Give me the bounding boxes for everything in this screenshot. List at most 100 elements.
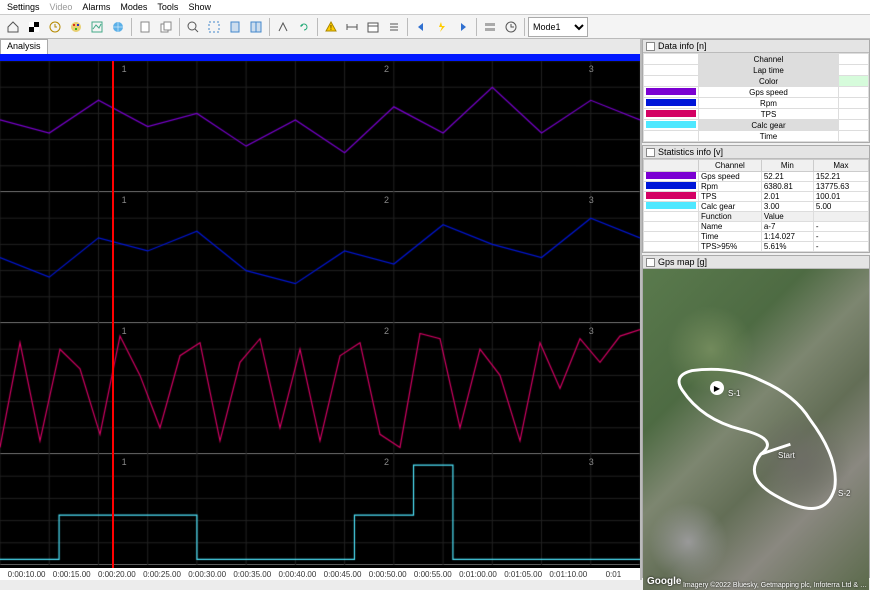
menu-settings[interactable]: Settings (2, 1, 45, 13)
stats-func-cell (644, 222, 699, 232)
plot-marker: 1 (122, 64, 127, 74)
x-tick: 0:01:05.00 (501, 570, 546, 579)
stats-panel: Statistics info [v] ChannelMinMaxGps spe… (642, 145, 870, 253)
clock-icon[interactable] (501, 17, 521, 37)
prev-icon[interactable] (411, 17, 431, 37)
x-tick: 0:01 (591, 570, 636, 579)
title-bar (0, 54, 640, 61)
x-tick: 0:01:10.00 (546, 570, 591, 579)
info-row-label: Rpm (699, 98, 839, 109)
time-cursor[interactable] (112, 61, 114, 568)
plot-panel: Analysis 123123123123 0:00:10.000:00:15.… (0, 39, 640, 580)
stats-func-cell: a-7 (761, 222, 813, 232)
stats-cell: 100.01 (813, 192, 868, 202)
x-tick: 0:00:50.00 (365, 570, 410, 579)
info-row-label: Time (699, 131, 839, 142)
stats-col-header (644, 160, 699, 172)
plot-marker: 2 (384, 195, 389, 205)
warning-icon[interactable]: ! (321, 17, 341, 37)
branch-icon[interactable] (273, 17, 293, 37)
stats-cell: 152.21 (813, 172, 868, 182)
stats-func-cell: - (813, 232, 868, 242)
map-attribution: Imagery ©2022 Bluesky, Getmapping plc, I… (683, 582, 867, 589)
select-icon[interactable] (204, 17, 224, 37)
stats-cell: 2.01 (761, 192, 813, 202)
calendar-icon[interactable] (363, 17, 383, 37)
info-row-label: Gps speed (699, 87, 839, 98)
plot-row-gps-speed[interactable]: 123 (0, 61, 640, 192)
stats-cell: 52.21 (761, 172, 813, 182)
x-axis: 0:00:10.000:00:15.000:00:20.000:00:25.00… (0, 568, 640, 580)
menu-modes[interactable]: Modes (115, 1, 152, 13)
stats-func-cell: 5.61% (761, 242, 813, 252)
stats-func-cell (644, 212, 699, 222)
x-tick: 0:00:15.00 (49, 570, 94, 579)
plot-marker: 1 (122, 326, 127, 336)
copy-icon[interactable] (156, 17, 176, 37)
info-header: Color (699, 76, 839, 87)
range-icon[interactable] (342, 17, 362, 37)
plot-marker: 3 (589, 195, 594, 205)
panel-title: Statistics info [v] (658, 147, 723, 157)
gps-map[interactable]: ▶ S-1 Start S-2 Google Imagery ©2022 Blu… (643, 269, 869, 590)
lightning-icon[interactable] (432, 17, 452, 37)
google-logo: Google (647, 576, 681, 587)
gps-map-header[interactable]: Gps map [g] (643, 256, 869, 269)
refresh-icon[interactable] (294, 17, 314, 37)
stats-cell: Rpm (699, 182, 762, 192)
stats-func-cell: - (813, 222, 868, 232)
flag-icon[interactable] (24, 17, 44, 37)
gps-map-panel: Gps map [g] ▶ S-1 Start S-2 Google Image… (642, 255, 870, 578)
stats-table: ChannelMinMaxGps speed52.21152.21Rpm6380… (643, 159, 869, 252)
home-icon[interactable] (3, 17, 23, 37)
panel-title: Data info [n] (658, 41, 707, 51)
stats-col-header: Max (813, 160, 868, 172)
plot-row-tps[interactable]: 123 (0, 323, 640, 454)
panel-title: Gps map [g] (658, 257, 707, 267)
plot-marker: 2 (384, 64, 389, 74)
plot-marker: 1 (122, 195, 127, 205)
stats-func-cell: Name (699, 222, 762, 232)
tab-analysis[interactable]: Analysis (0, 39, 48, 54)
info-header: Lap time (699, 65, 839, 76)
rows-icon[interactable] (480, 17, 500, 37)
data-info-header[interactable]: Data info [n] (643, 40, 869, 53)
plot-row-rpm[interactable]: 1 2 3 (0, 192, 640, 323)
stats-cell: 6380.81 (761, 182, 813, 192)
menu-video[interactable]: Video (45, 1, 78, 13)
stats-func-cell: Function (699, 212, 762, 222)
collapse-icon[interactable] (646, 258, 655, 267)
time-icon[interactable] (45, 17, 65, 37)
stats-cell (644, 202, 699, 212)
map-label-start: Start (778, 451, 795, 460)
stats-cell: 13775.63 (813, 182, 868, 192)
menu-show[interactable]: Show (183, 1, 216, 13)
menu-tools[interactable]: Tools (152, 1, 183, 13)
map-label-s1: S-1 (728, 389, 740, 398)
plot-marker: 3 (589, 326, 594, 336)
menu-alarms[interactable]: Alarms (77, 1, 115, 13)
x-tick: 0:00:30.00 (185, 570, 230, 579)
page-icon[interactable] (225, 17, 245, 37)
stats-cell (644, 182, 699, 192)
layout-icon[interactable] (246, 17, 266, 37)
chart-icon[interactable] (87, 17, 107, 37)
stats-func-cell (813, 212, 868, 222)
next-icon[interactable] (453, 17, 473, 37)
globe-icon[interactable] (108, 17, 128, 37)
collapse-icon[interactable] (646, 42, 655, 51)
zoom-icon[interactable] (183, 17, 203, 37)
palette-icon[interactable] (66, 17, 86, 37)
collapse-icon[interactable] (646, 148, 655, 157)
mode-select[interactable]: Mode1 (528, 17, 588, 37)
doc-icon[interactable] (135, 17, 155, 37)
stats-col-header: Channel (699, 160, 762, 172)
plot-row-calc-gear[interactable]: 123 (0, 454, 640, 565)
stats-header[interactable]: Statistics info [v] (643, 146, 869, 159)
list-icon[interactable] (384, 17, 404, 37)
stats-cell: TPS (699, 192, 762, 202)
stats-cell: 5.00 (813, 202, 868, 212)
plot-area[interactable]: 123123123123 (0, 61, 640, 568)
stats-cell: Calc gear (699, 202, 762, 212)
stats-func-cell: - (813, 242, 868, 252)
